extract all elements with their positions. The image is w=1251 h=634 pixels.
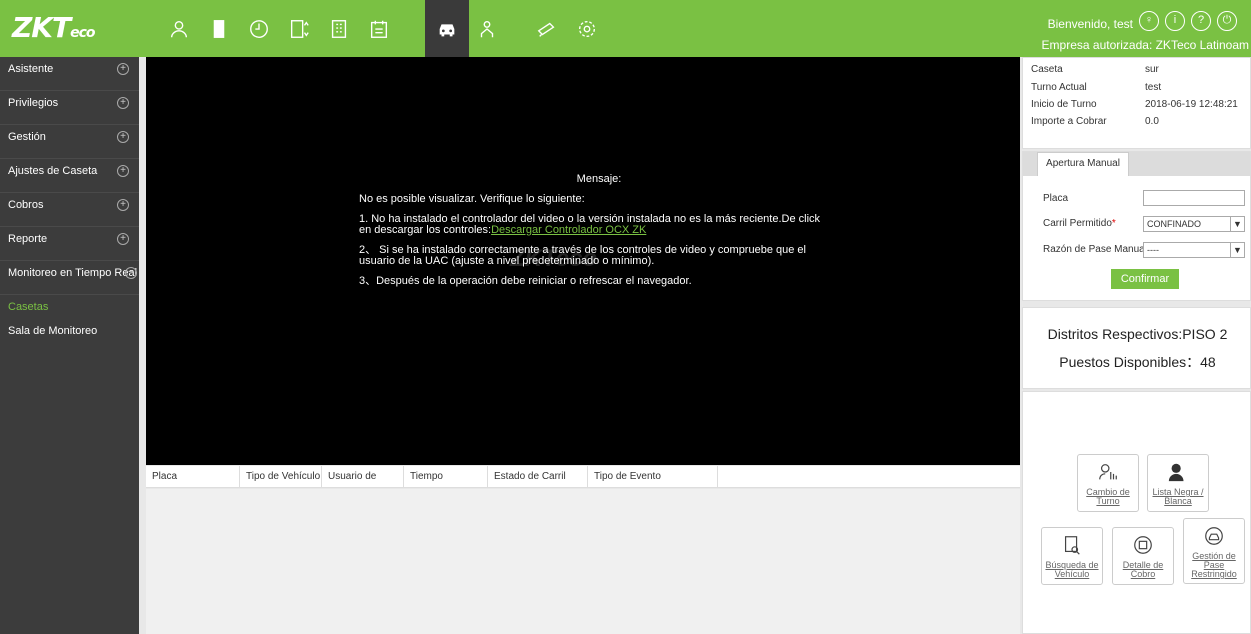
expand-icon[interactable]: + — [117, 199, 129, 211]
patrol-icon[interactable] — [465, 0, 509, 57]
availability-panel: Distritos Respectivos:PISO 2 Puestos Dis… — [1022, 307, 1251, 389]
column-estado-carril[interactable]: Estado de Carril — [488, 466, 588, 488]
info-value: sur — [1145, 64, 1159, 75]
sidebar-item-label: Gestión — [8, 131, 46, 143]
gestion-pase-restringido-button[interactable]: Gestión de Pase Restringido — [1183, 518, 1245, 584]
clock-icon[interactable] — [237, 0, 281, 57]
tab-bar: Apertura Manual — [1023, 152, 1251, 176]
expand-icon[interactable]: + — [117, 97, 129, 109]
sidebar-item-label: Cobros — [8, 199, 44, 211]
restricted-pass-icon — [1205, 527, 1223, 545]
column-placa[interactable]: Placa — [146, 466, 240, 488]
collapse-icon[interactable]: − — [125, 267, 137, 279]
download-driver-link[interactable]: Descargar Controlador OCX ZK — [491, 224, 646, 236]
car-icon[interactable] — [425, 0, 469, 57]
razon-select[interactable]: ---- ▼ — [1143, 242, 1245, 258]
sidebar-item-monitoreo[interactable]: Monitoreo en Tiempo Real − — [0, 261, 139, 295]
quick-actions-panel: Cambio de Turno Lista Negra / Blanca Bús… — [1022, 391, 1251, 634]
placa-label: Placa — [1043, 193, 1069, 204]
right-column: Caseta sur Turno Actual test Inicio de T… — [1022, 57, 1251, 634]
placa-input[interactable] — [1143, 190, 1245, 206]
help-icon[interactable]: ? — [1191, 11, 1211, 31]
info-value: 2018-06-19 12:48:21 — [1145, 99, 1238, 110]
tab-apertura-manual[interactable]: Apertura Manual — [1037, 152, 1129, 176]
message-line-4: 3、Después de la operación debe reiniciar… — [359, 275, 692, 287]
expand-icon[interactable]: + — [117, 233, 129, 245]
sidebar-item-reporte[interactable]: Reporte + — [0, 227, 139, 261]
sidebar-item-asistente[interactable]: Asistente + — [0, 57, 139, 91]
manual-opening-panel: Apertura Manual Placa Carril Permitido* … — [1022, 151, 1251, 301]
sidebar-item-privilegios[interactable]: Privilegios + — [0, 91, 139, 125]
expand-icon[interactable]: + — [117, 63, 129, 75]
company-text: Empresa autorizada: ZKTeco Latinoam — [1041, 38, 1249, 52]
chevron-down-icon: ▼ — [1230, 217, 1244, 231]
carril-select[interactable]: CONFINADO ▼ — [1143, 216, 1245, 232]
column-usuario-vehiculo[interactable]: Usuario de Vehículo — [322, 466, 404, 504]
lista-negra-blanca-button[interactable]: Lista Negra / Blanca — [1147, 454, 1209, 512]
sidebar-subitem-casetas[interactable]: Casetas — [0, 295, 139, 319]
visitor-icon[interactable] — [357, 0, 401, 57]
user-icon[interactable] — [157, 0, 201, 57]
events-table-header: Placa Tipo de Vehículo Usuario de Vehícu… — [146, 466, 1020, 504]
vehicle-search-icon — [1064, 536, 1080, 555]
sidebar-item-label: Monitoreo en Tiempo Real — [8, 267, 138, 279]
sidebar: Asistente + Privilegios + Gestión + Ajustes… — [0, 57, 139, 634]
razon-label: Razón de Pase Manual — [1043, 244, 1147, 255]
sidebar-item-label: Privilegios — [8, 97, 59, 109]
info-icon[interactable]: i — [1165, 11, 1185, 31]
sidebar-item-label: Asistente — [8, 63, 54, 75]
blacklist-icon — [1168, 463, 1184, 482]
sidebar-item-gestion[interactable]: Gestión + — [0, 125, 139, 159]
info-label: Caseta — [1031, 64, 1063, 75]
column-tipo-vehiculo[interactable]: Tipo de Vehículo — [240, 466, 322, 488]
expand-icon[interactable]: + — [117, 131, 129, 143]
message-line-3: 2、 Si se ha instalado correctamente a tr… — [359, 244, 806, 267]
info-label: Importe a Cobrar — [1031, 116, 1107, 127]
user-profile-icon[interactable]: ♀ — [1139, 11, 1159, 31]
detalle-cobro-button[interactable]: Detalle de Cobro — [1112, 527, 1174, 585]
sidebar-item-label: Ajustes de Caseta — [8, 165, 98, 177]
logout-icon[interactable]: ⏻ — [1217, 11, 1237, 31]
info-label: Turno Actual — [1031, 82, 1087, 93]
info-label: Inicio de Turno — [1031, 99, 1097, 110]
zkteco-logo: ZKTeco — [12, 11, 96, 44]
column-tiempo[interactable]: Tiempo — [404, 466, 488, 488]
booth-info-panel: Caseta sur Turno Actual test Inicio de T… — [1022, 57, 1251, 149]
expand-icon[interactable]: + — [117, 165, 129, 177]
sidebar-item-label: Reporte — [8, 233, 48, 245]
info-value: 0.0 — [1145, 116, 1159, 127]
settings-icon[interactable] — [565, 0, 609, 57]
column-tipo-evento[interactable]: Tipo de Evento — [588, 466, 718, 488]
cambio-turno-button[interactable]: Cambio de Turno — [1077, 454, 1139, 512]
events-table-body — [146, 489, 1020, 634]
elevator-icon[interactable] — [277, 0, 321, 57]
welcome-text: Bienvenido, test — [1047, 17, 1133, 31]
message-line-1: No es posible visualizar. Verifique lo s… — [359, 193, 585, 205]
confirm-button[interactable]: Confirmar — [1111, 269, 1179, 289]
video-message: Mensaje: No es posible visualizar. Verif… — [359, 174, 829, 296]
sidebar-subitem-sala-monitoreo[interactable]: Sala de Monitoreo — [0, 319, 139, 343]
carril-label: Carril Permitido* — [1043, 218, 1116, 229]
info-value: test — [1145, 82, 1162, 93]
video-icon[interactable] — [525, 0, 569, 57]
top-bar: ZKTeco Bienvenido, test ♀ i ? ⏻ Empresa … — [0, 0, 1251, 57]
building-icon[interactable] — [317, 0, 361, 57]
chevron-down-icon: ▼ — [1230, 243, 1244, 257]
puestos-text: Puestos Disponibles：48 — [1059, 354, 1216, 370]
busqueda-vehiculo-button[interactable]: Búsqueda de Vehículo — [1041, 527, 1103, 585]
message-line-2: 1. No ha instalado el controlador del vi… — [359, 213, 821, 236]
door-icon[interactable] — [197, 0, 241, 57]
distritos-text: Distritos Respectivos:PISO 2 — [1047, 326, 1228, 342]
sidebar-item-ajustes-caseta[interactable]: Ajustes de Caseta + — [0, 159, 139, 193]
sidebar-item-cobros[interactable]: Cobros + — [0, 193, 139, 227]
fee-detail-icon — [1134, 536, 1152, 554]
shift-change-icon — [1099, 464, 1117, 480]
message-title: Mensaje: — [576, 173, 622, 185]
